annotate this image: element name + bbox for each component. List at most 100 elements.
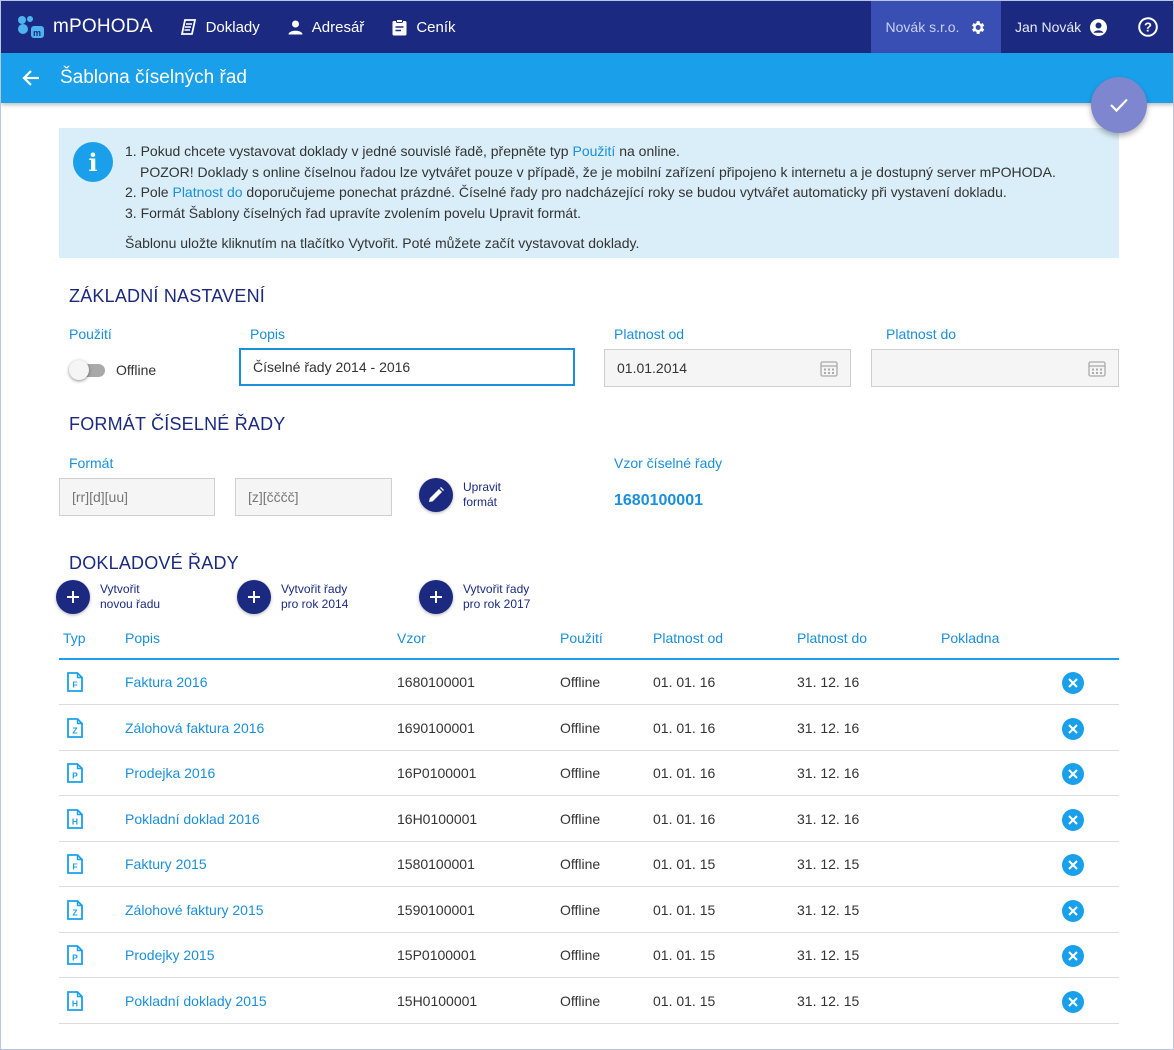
valid-from-label: Platnost od bbox=[614, 326, 685, 342]
user-menu[interactable]: Jan Novák bbox=[1015, 1, 1108, 53]
format-label: Formát bbox=[69, 455, 114, 471]
row-valid-to: 31. 12. 16 bbox=[797, 810, 860, 827]
help-icon: ? bbox=[1138, 17, 1158, 37]
close-icon bbox=[1068, 860, 1078, 870]
column-header-usage[interactable]: Použití bbox=[560, 630, 603, 646]
account-circle-icon bbox=[1090, 18, 1108, 36]
back-button[interactable] bbox=[22, 69, 40, 87]
arrow-back-icon bbox=[22, 70, 39, 86]
help-button[interactable]: ? bbox=[1138, 17, 1158, 42]
table-row[interactable]: H Pokladní doklady 2015 15H0100001 Offline 0… bbox=[59, 979, 1119, 1024]
row-description[interactable]: Zálohové faktury 2015 bbox=[125, 902, 264, 918]
check-icon bbox=[1110, 98, 1128, 113]
row-valid-to: 31. 12. 15 bbox=[797, 901, 860, 918]
nav-doklady-label: Doklady bbox=[205, 18, 260, 36]
delete-row-button[interactable] bbox=[1062, 854, 1084, 876]
row-valid-from: 01. 01. 16 bbox=[653, 674, 716, 690]
usage-label: Použití bbox=[69, 326, 112, 342]
format-field-1[interactable]: [rr][d][uu] bbox=[59, 478, 215, 516]
user-name: Jan Novák bbox=[1015, 19, 1082, 35]
table-row[interactable]: F Faktura 2016 1680100001 Offline 01. 01. 16… bbox=[59, 660, 1119, 705]
usage-toggle[interactable] bbox=[69, 360, 107, 380]
edit-format-button[interactable] bbox=[419, 478, 453, 512]
svg-text:P: P bbox=[72, 771, 78, 781]
section-title-series: DOKLADOVÉ ŘADY bbox=[69, 553, 239, 573]
column-header-type[interactable]: Typ bbox=[63, 630, 86, 646]
gear-icon bbox=[972, 20, 985, 34]
delete-row-button[interactable] bbox=[1062, 945, 1084, 967]
delete-row-button[interactable] bbox=[1062, 763, 1084, 785]
row-description[interactable]: Pokladní doklad 2016 bbox=[125, 811, 260, 827]
create-series-2014-button[interactable] bbox=[237, 580, 271, 614]
row-description[interactable]: Prodejky 2015 bbox=[125, 947, 215, 963]
svg-text:Z: Z bbox=[72, 725, 77, 735]
document-type-icon: P bbox=[67, 763, 83, 783]
description-label: Popis bbox=[250, 326, 286, 342]
column-header-description[interactable]: Popis bbox=[125, 630, 160, 646]
toggle-knob bbox=[69, 360, 89, 380]
row-valid-to: 31. 12. 16 bbox=[797, 765, 860, 781]
valid-to-label: Platnost do bbox=[886, 326, 957, 342]
nav-adresar[interactable]: Adresář bbox=[288, 1, 364, 53]
usage-value: Offline bbox=[116, 362, 157, 378]
page-header: Šablona číselných řad bbox=[1, 53, 1173, 103]
row-description[interactable]: Faktura 2016 bbox=[125, 674, 208, 690]
column-header-cash-register[interactable]: Pokladna bbox=[941, 630, 999, 646]
delete-row-button[interactable] bbox=[1062, 717, 1084, 740]
delete-row-button[interactable] bbox=[1062, 899, 1084, 922]
clipboard-icon bbox=[392, 18, 407, 35]
table-row[interactable]: Z Zálohové faktury 2015 1590100001 Offline 0… bbox=[59, 888, 1119, 933]
close-icon bbox=[1068, 814, 1078, 825]
svg-text:?: ? bbox=[1144, 20, 1152, 35]
row-description[interactable]: Zálohová faktura 2016 bbox=[125, 720, 264, 736]
table-row[interactable]: P Prodejky 2015 15P0100001 Offline 01. 01. 1… bbox=[59, 933, 1119, 978]
edit-format-caption[interactable]: Upravit formát bbox=[463, 480, 501, 510]
column-header-valid-to[interactable]: Platnost do bbox=[797, 630, 867, 646]
table-row[interactable]: Z Zálohová faktura 2016 1690100001 Offline 0… bbox=[59, 706, 1119, 751]
create-series-2017-caption[interactable]: Vytvořit řady pro rok 2017 bbox=[463, 582, 530, 612]
calendar-icon[interactable] bbox=[1088, 360, 1106, 377]
brand-name: mPOHODA bbox=[53, 16, 153, 37]
table-row[interactable]: F Faktury 2015 1580100001 Offline 01. 01. 15… bbox=[59, 842, 1119, 887]
info-line-4: 3. Formát Šablony číselných řad upravíte… bbox=[125, 204, 581, 221]
row-usage: Offline bbox=[560, 810, 601, 827]
delete-row-button[interactable] bbox=[1062, 990, 1084, 1013]
row-description[interactable]: Faktury 2015 bbox=[125, 856, 207, 872]
format-field-2[interactable]: [z][čččč] bbox=[235, 478, 392, 516]
pattern-value: 1680100001 bbox=[614, 492, 703, 509]
column-header-pattern[interactable]: Vzor bbox=[397, 630, 426, 646]
save-fab-button[interactable] bbox=[1091, 77, 1147, 133]
description-input[interactable]: Číselné řady 2014 - 2016 bbox=[239, 348, 575, 386]
nav-doklady[interactable]: Doklady bbox=[180, 1, 260, 53]
create-series-2014-caption[interactable]: Vytvořit řady pro rok 2014 bbox=[281, 582, 348, 612]
documents-icon bbox=[180, 19, 196, 35]
calendar-icon[interactable] bbox=[820, 360, 838, 377]
row-description[interactable]: Pokladní doklady 2015 bbox=[125, 993, 267, 1009]
page-title: Šablona číselných řad bbox=[60, 67, 247, 88]
create-series-2017-button[interactable] bbox=[419, 580, 453, 614]
valid-from-input[interactable]: 01.01.2014 bbox=[604, 349, 851, 387]
brand[interactable]: m mPOHODA bbox=[17, 1, 153, 53]
row-pattern: 1690100001 bbox=[397, 719, 475, 736]
column-header-valid-from[interactable]: Platnost od bbox=[653, 630, 723, 646]
delete-row-button[interactable] bbox=[1062, 808, 1084, 831]
row-valid-from: 01. 01. 15 bbox=[653, 947, 716, 963]
row-usage: Offline bbox=[560, 674, 601, 690]
valid-to-input[interactable] bbox=[871, 349, 1119, 387]
person-icon bbox=[288, 20, 303, 34]
delete-row-button[interactable] bbox=[1062, 672, 1084, 694]
close-icon bbox=[1068, 769, 1078, 779]
nav-cenik[interactable]: Ceník bbox=[392, 1, 456, 53]
row-pattern: 15H0100001 bbox=[397, 992, 478, 1009]
create-series-button[interactable] bbox=[56, 580, 90, 614]
table-row[interactable]: H Pokladní doklad 2016 16H0100001 Offline 01… bbox=[59, 797, 1119, 842]
create-series-caption[interactable]: Vytvořit novou řadu bbox=[100, 582, 160, 612]
company-selector[interactable]: Novák s.r.o. bbox=[871, 1, 1001, 53]
document-type-icon: F bbox=[67, 854, 83, 874]
table-row[interactable]: P Prodejka 2016 16P0100001 Offline 01. 01. 1… bbox=[59, 751, 1119, 796]
info-icon: i bbox=[73, 142, 113, 182]
row-valid-to: 31. 12. 15 bbox=[797, 856, 860, 872]
document-type-icon: Z bbox=[67, 899, 83, 920]
svg-text:H: H bbox=[72, 998, 78, 1008]
row-description[interactable]: Prodejka 2016 bbox=[125, 765, 215, 781]
